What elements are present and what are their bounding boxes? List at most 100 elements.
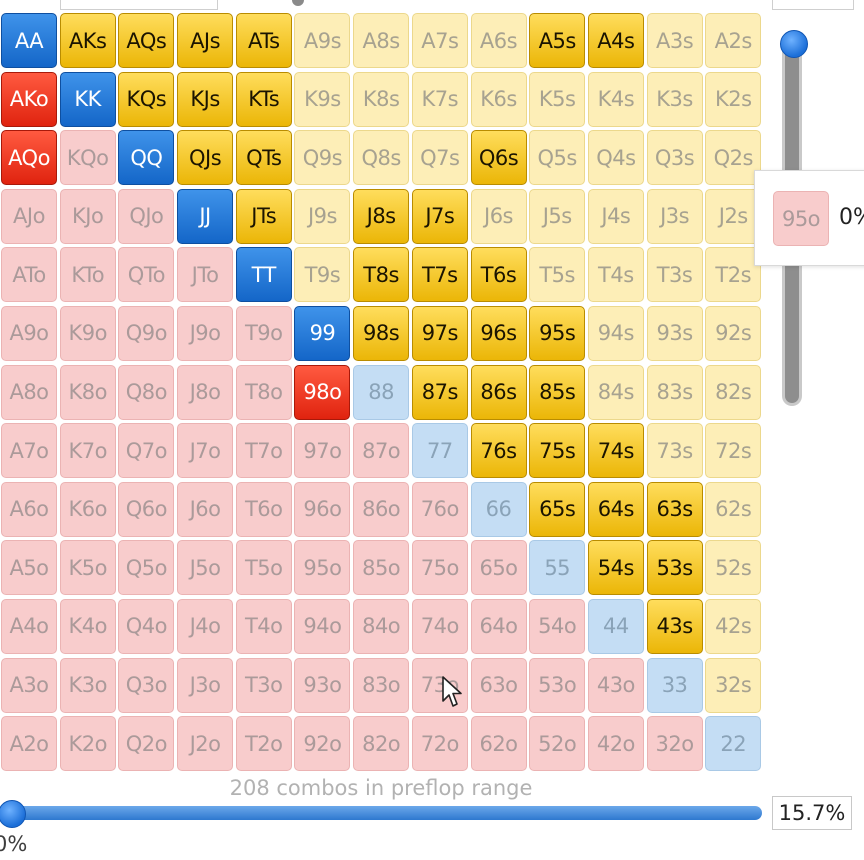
hand-cell-82s[interactable]: 82s [705,364,762,420]
hand-cell-74s[interactable]: 74s [587,423,644,479]
hand-cell-J8s[interactable]: J8s [353,188,410,244]
hand-cell-33[interactable]: 33 [646,657,703,713]
hand-cell-98o[interactable]: 98o [294,364,351,420]
hand-cell-42s[interactable]: 42s [705,598,762,654]
hand-cell-JJ[interactable]: JJ [177,188,234,244]
hand-cell-A6o[interactable]: A6o [1,481,57,537]
hand-cell-Q7s[interactable]: Q7s [411,130,468,186]
hand-cell-97o[interactable]: 97o [294,423,351,479]
hand-cell-72o[interactable]: 72o [411,716,468,772]
hand-cell-K6o[interactable]: K6o [59,481,116,537]
hand-cell-QTs[interactable]: QTs [235,130,292,186]
hand-cell-J6s[interactable]: J6s [470,188,527,244]
hand-cell-T2s[interactable]: T2s [705,247,762,303]
hand-cell-87o[interactable]: 87o [353,423,410,479]
hand-cell-K4o[interactable]: K4o [59,598,116,654]
hand-cell-T3s[interactable]: T3s [646,247,703,303]
hand-cell-98s[interactable]: 98s [353,305,410,361]
hand-cell-J5s[interactable]: J5s [529,188,586,244]
hand-cell-T9s[interactable]: T9s [294,247,351,303]
hand-cell-A3o[interactable]: A3o [1,657,57,713]
hand-cell-J9o[interactable]: J9o [177,305,234,361]
hand-cell-J9s[interactable]: J9s [294,188,351,244]
hand-cell-Q5o[interactable]: Q5o [118,540,175,596]
hand-cell-97s[interactable]: 97s [411,305,468,361]
hand-cell-Q5s[interactable]: Q5s [529,130,586,186]
hand-cell-A8s[interactable]: A8s [353,13,410,68]
hand-cell-99[interactable]: 99 [294,305,351,361]
hand-cell-65s[interactable]: 65s [529,481,586,537]
hand-cell-96o[interactable]: 96o [294,481,351,537]
hand-cell-J2s[interactable]: J2s [705,188,762,244]
hand-cell-A8o[interactable]: A8o [1,364,57,420]
hand-cell-A2o[interactable]: A2o [1,716,57,772]
hand-cell-KQo[interactable]: KQo [59,130,116,186]
hand-cell-ATo[interactable]: ATo [1,247,57,303]
range-percent-input[interactable]: 15.7% [772,796,852,830]
hand-cell-T7o[interactable]: T7o [235,423,292,479]
hand-cell-44[interactable]: 44 [587,598,644,654]
hand-cell-J2o[interactable]: J2o [177,716,234,772]
hand-cell-Q8s[interactable]: Q8s [353,130,410,186]
hand-cell-Q2o[interactable]: Q2o [118,716,175,772]
hand-cell-Q3s[interactable]: Q3s [646,130,703,186]
hand-cell-95o[interactable]: 95o [294,540,351,596]
hand-cell-A9s[interactable]: A9s [294,13,351,68]
hand-cell-JTs[interactable]: JTs [235,188,292,244]
hand-cell-J3o[interactable]: J3o [177,657,234,713]
hand-cell-K7s[interactable]: K7s [411,71,468,127]
hand-cell-75s[interactable]: 75s [529,423,586,479]
hand-cell-T6s[interactable]: T6s [470,247,527,303]
hand-cell-K9o[interactable]: K9o [59,305,116,361]
hand-cell-Q8o[interactable]: Q8o [118,364,175,420]
hand-cell-A6s[interactable]: A6s [470,13,527,68]
hand-cell-KTo[interactable]: KTo [59,247,116,303]
range-slider-track[interactable] [6,806,762,820]
hand-cell-KQs[interactable]: KQs [118,71,175,127]
hand-cell-K6s[interactable]: K6s [470,71,527,127]
hand-cell-93s[interactable]: 93s [646,305,703,361]
hand-cell-64s[interactable]: 64s [587,481,644,537]
hand-cell-66[interactable]: 66 [470,481,527,537]
hand-cell-62o[interactable]: 62o [470,716,527,772]
hand-cell-QJs[interactable]: QJs [177,130,234,186]
hand-cell-62s[interactable]: 62s [705,481,762,537]
hand-cell-T7s[interactable]: T7s [411,247,468,303]
hand-cell-84o[interactable]: 84o [353,598,410,654]
hand-cell-A7o[interactable]: A7o [1,423,57,479]
hand-cell-64o[interactable]: 64o [470,598,527,654]
hand-cell-AA[interactable]: AA [1,13,57,68]
hand-cell-KTs[interactable]: KTs [235,71,292,127]
hand-cell-Q9o[interactable]: Q9o [118,305,175,361]
hand-cell-T9o[interactable]: T9o [235,305,292,361]
hand-cell-AJo[interactable]: AJo [1,188,57,244]
hand-cell-AQo[interactable]: AQo [1,130,57,186]
hand-cell-63s[interactable]: 63s [646,481,703,537]
hand-cell-J4s[interactable]: J4s [587,188,644,244]
hand-cell-92o[interactable]: 92o [294,716,351,772]
hand-cell-Q6s[interactable]: Q6s [470,130,527,186]
hand-cell-83s[interactable]: 83s [646,364,703,420]
hand-cell-Q2s[interactable]: Q2s [705,130,762,186]
hand-cell-KJs[interactable]: KJs [177,71,234,127]
hand-cell-T3o[interactable]: T3o [235,657,292,713]
hand-cell-K7o[interactable]: K7o [59,423,116,479]
hand-cell-T2o[interactable]: T2o [235,716,292,772]
hand-cell-K8o[interactable]: K8o [59,364,116,420]
hand-cell-32s[interactable]: 32s [705,657,762,713]
range-slider-thumb[interactable] [0,800,26,828]
hand-cell-KK[interactable]: KK [59,71,116,127]
top-slider-knob[interactable] [292,0,304,6]
hand-cell-QTo[interactable]: QTo [118,247,175,303]
hand-cell-53s[interactable]: 53s [646,540,703,596]
hand-cell-A5o[interactable]: A5o [1,540,57,596]
hand-cell-T8s[interactable]: T8s [353,247,410,303]
hand-cell-86o[interactable]: 86o [353,481,410,537]
hand-cell-ATs[interactable]: ATs [235,13,292,68]
hand-cell-55[interactable]: 55 [529,540,586,596]
hand-cell-K3o[interactable]: K3o [59,657,116,713]
hand-cell-83o[interactable]: 83o [353,657,410,713]
hand-cell-22[interactable]: 22 [705,716,762,772]
vertical-slider-thumb[interactable] [780,30,808,58]
hand-cell-J3s[interactable]: J3s [646,188,703,244]
